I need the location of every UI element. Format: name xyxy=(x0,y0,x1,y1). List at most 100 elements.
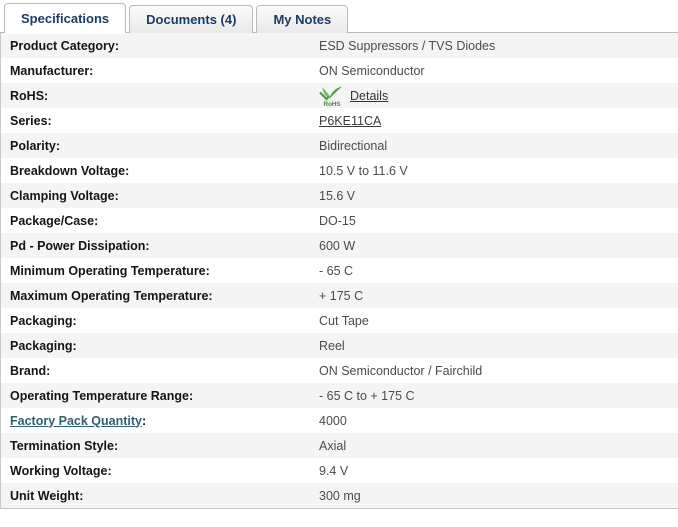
spec-value-link[interactable]: P6KE11CA xyxy=(319,114,381,128)
spec-label-text: Package/Case: xyxy=(10,214,98,228)
spec-label-cell: Operating Temperature Range: xyxy=(1,383,310,408)
specifications-table: Product Category: ESD Suppressors / TVS D… xyxy=(1,33,678,508)
spec-select-cell xyxy=(657,358,678,383)
spec-select-cell xyxy=(657,58,678,83)
spec-select-cell xyxy=(657,483,678,508)
spec-label-text: Breakdown Voltage: xyxy=(10,164,129,178)
table-row: Brand: ON Semiconductor / Fairchild xyxy=(1,358,678,383)
spec-value-cell: 4000 xyxy=(310,408,657,433)
table-row: Polarity: Bidirectional xyxy=(1,133,678,158)
rohs-details-link[interactable]: Details xyxy=(350,89,388,103)
spec-label-cell: RoHS: xyxy=(1,83,310,108)
spec-select-cell xyxy=(657,258,678,283)
spec-value-cell: 15.6 V xyxy=(310,183,657,208)
spec-value-text: ESD Suppressors / TVS Diodes xyxy=(319,39,495,53)
spec-value-text: DO-15 xyxy=(319,214,356,228)
spec-label-text: Series: xyxy=(10,114,52,128)
spec-value-text: 600 W xyxy=(319,239,355,253)
spec-value-text: Axial xyxy=(319,439,346,453)
spec-select-cell xyxy=(657,183,678,208)
spec-value-text: + 175 C xyxy=(319,289,363,303)
rohs-badge-text: RoHS xyxy=(319,101,345,108)
spec-label-cell: Minimum Operating Temperature: xyxy=(1,258,310,283)
spec-label-cell: Series: xyxy=(1,108,310,133)
table-row: Minimum Operating Temperature: - 65 C xyxy=(1,258,678,283)
spec-value-cell: - 65 C xyxy=(310,258,657,283)
table-row: Manufacturer: ON Semiconductor xyxy=(1,58,678,83)
spec-value-cell: 9.4 V xyxy=(310,458,657,483)
spec-value-text: ON Semiconductor / Fairchild xyxy=(319,364,482,378)
spec-label-text: Product Category: xyxy=(10,39,119,53)
spec-label-cell: Manufacturer: xyxy=(1,58,310,83)
spec-label-cell: Termination Style: xyxy=(1,433,310,458)
spec-label-text: Termination Style: xyxy=(10,439,118,453)
spec-label-text: Maximum Operating Temperature: xyxy=(10,289,213,303)
spec-select-cell xyxy=(657,133,678,158)
spec-select-cell xyxy=(657,383,678,408)
spec-select-cell xyxy=(657,158,678,183)
spec-label-suffix: : xyxy=(142,414,146,428)
spec-label-cell: Factory Pack Quantity: xyxy=(1,408,310,433)
spec-value-cell: Bidirectional xyxy=(310,133,657,158)
spec-value-cell: + 175 C xyxy=(310,283,657,308)
spec-label-cell: Packaging: xyxy=(1,308,310,333)
spec-value-cell: ON Semiconductor xyxy=(310,58,657,83)
spec-label-cell: Clamping Voltage: xyxy=(1,183,310,208)
tab-specifications[interactable]: Specifications xyxy=(4,3,126,33)
spec-value-cell: RoHS Details xyxy=(310,83,657,108)
spec-value-text: Bidirectional xyxy=(319,139,387,153)
spec-value-text: ON Semiconductor xyxy=(319,64,425,78)
table-row: Operating Temperature Range: - 65 C to + … xyxy=(1,383,678,408)
spec-label-text: Working Voltage: xyxy=(10,464,112,478)
table-row: Breakdown Voltage: 10.5 V to 11.6 V xyxy=(1,158,678,183)
tab-strip: SpecificationsDocuments (4)My Notes xyxy=(0,0,678,33)
spec-label-cell: Pd - Power Dissipation: xyxy=(1,233,310,258)
spec-select-cell xyxy=(657,408,678,433)
rohs-leaf-check-icon: RoHS xyxy=(319,85,345,107)
table-row: Packaging: Cut Tape xyxy=(1,308,678,333)
spec-value-cell: - 65 C to + 175 C xyxy=(310,383,657,408)
spec-select-cell xyxy=(657,458,678,483)
spec-value-cell: 600 W xyxy=(310,233,657,258)
spec-value-text: 300 mg xyxy=(319,489,361,503)
table-row: Pd - Power Dissipation: 600 W xyxy=(1,233,678,258)
tab-documents[interactable]: Documents (4) xyxy=(129,5,253,33)
spec-label-cell: Breakdown Voltage: xyxy=(1,158,310,183)
spec-label-text: Minimum Operating Temperature: xyxy=(10,264,210,278)
spec-select-cell xyxy=(657,433,678,458)
spec-value-cell: DO-15 xyxy=(310,208,657,233)
spec-label-text: RoHS: xyxy=(10,89,48,103)
spec-label-text: Brand: xyxy=(10,364,50,378)
spec-select-cell xyxy=(657,308,678,333)
spec-label-cell: Polarity: xyxy=(1,133,310,158)
spec-value-text: 10.5 V to 11.6 V xyxy=(319,164,408,178)
spec-label-cell: Product Category: xyxy=(1,33,310,58)
spec-label-cell: Unit Weight: xyxy=(1,483,310,508)
spec-select-cell xyxy=(657,33,678,58)
table-row: Clamping Voltage:15.6 V xyxy=(1,183,678,208)
spec-label-text: Polarity: xyxy=(10,139,60,153)
spec-value-cell: 10.5 V to 11.6 V xyxy=(310,158,657,183)
spec-select-cell xyxy=(657,333,678,358)
spec-value-cell: Axial xyxy=(310,433,657,458)
table-row: Termination Style: Axial xyxy=(1,433,678,458)
spec-label-link[interactable]: Factory Pack Quantity xyxy=(10,414,142,428)
spec-value-text: - 65 C to + 175 C xyxy=(319,389,415,403)
spec-label-text: Packaging: xyxy=(10,314,77,328)
table-row: Maximum Operating Temperature: + 175 C xyxy=(1,283,678,308)
table-row: Package/Case: DO-15 xyxy=(1,208,678,233)
spec-label-text: Pd - Power Dissipation: xyxy=(10,239,150,253)
spec-value-cell: Reel xyxy=(310,333,657,358)
spec-value-text: Cut Tape xyxy=(319,314,369,328)
spec-select-cell xyxy=(657,83,678,108)
spec-select-cell xyxy=(657,283,678,308)
table-row: Working Voltage: 9.4 V xyxy=(1,458,678,483)
rohs-compliance-group: RoHS Details xyxy=(319,83,657,108)
spec-label-text: Unit Weight: xyxy=(10,489,83,503)
spec-label-text: Packaging: xyxy=(10,339,77,353)
spec-label-text: Operating Temperature Range: xyxy=(10,389,193,403)
table-row: Factory Pack Quantity:4000 xyxy=(1,408,678,433)
spec-label-cell: Maximum Operating Temperature: xyxy=(1,283,310,308)
tab-my-notes[interactable]: My Notes xyxy=(256,5,348,33)
spec-label-cell: Package/Case: xyxy=(1,208,310,233)
